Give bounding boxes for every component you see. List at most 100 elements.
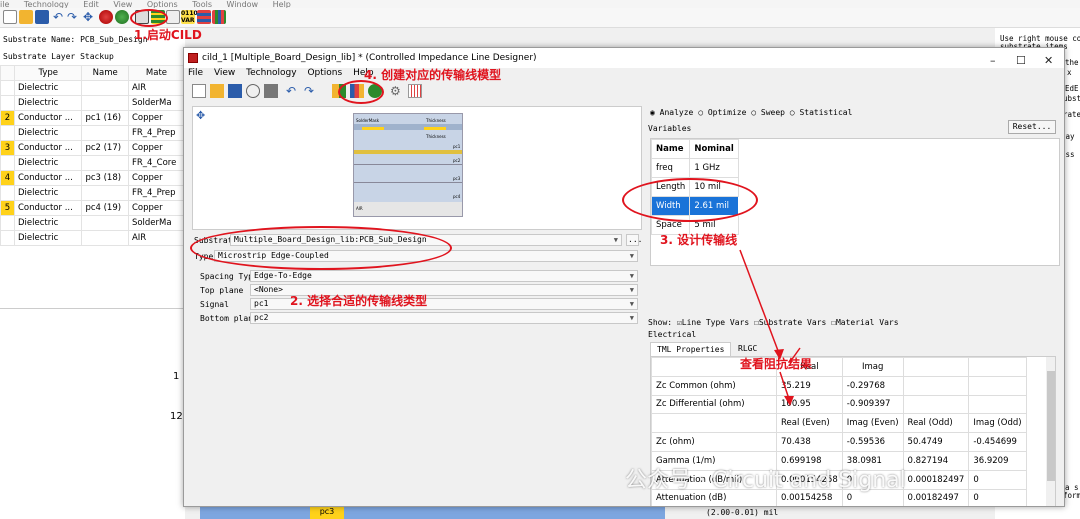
- stack-layer-material: SolderMa: [127, 95, 186, 111]
- chevron-down-icon: ▼: [629, 272, 634, 280]
- stack-layer-name: [81, 215, 129, 231]
- radio-sweep-icon[interactable]: ○: [751, 108, 756, 117]
- substrate-browse-button[interactable]: ...: [626, 234, 642, 246]
- stack-layer-type: Dielectric: [13, 155, 83, 171]
- radio-analyze-icon[interactable]: ◉: [650, 108, 655, 117]
- annotation-ellipse-4: [338, 80, 384, 104]
- bottom-plane-select[interactable]: pc2 ▼: [250, 312, 638, 324]
- lbl-pc4: pc4: [453, 194, 461, 199]
- chevron-down-icon: ▼: [613, 236, 618, 244]
- table-row[interactable]: Dielectric FR_4_Prep: [0, 185, 186, 201]
- stack-layer-material: Copper: [127, 200, 186, 216]
- zoom-icon[interactable]: [99, 10, 113, 24]
- stack-layer-material: AIR: [127, 230, 186, 246]
- radio-sweep-label[interactable]: Sweep: [761, 108, 785, 117]
- menu-technology[interactable]: Technology: [24, 0, 69, 8]
- dlg-menu-view[interactable]: View: [214, 68, 235, 78]
- stack-layer-num: [0, 125, 15, 141]
- radio-statistical-label[interactable]: Statistical: [799, 108, 852, 117]
- res-value: 0.827194: [902, 450, 970, 471]
- stack-layer-name: [81, 95, 129, 111]
- menu-options[interactable]: Options: [147, 0, 178, 8]
- stackup-label: Substrate Layer Stackup: [3, 52, 114, 61]
- annotation-ellipse-2: [190, 226, 452, 270]
- annotation-4: 4. 创建对应的传输线模型: [364, 68, 502, 82]
- res-value: 36.9209: [968, 450, 1027, 471]
- table-row[interactable]: Dielectric AIR: [0, 230, 186, 246]
- trace-2: [424, 127, 446, 130]
- res-value: 0.00182497: [902, 488, 970, 506]
- reset-button[interactable]: Reset...: [1008, 120, 1056, 134]
- menu-view[interactable]: View: [113, 0, 132, 8]
- palette-icon[interactable]: [197, 10, 211, 24]
- table-row[interactable]: 4 Conductor ... pc3 (18) Copper: [0, 170, 186, 186]
- dlg-menu-options[interactable]: Options: [307, 68, 342, 78]
- stack-layer-name: pc4 (19): [81, 200, 129, 216]
- dlg-open-icon[interactable]: [210, 84, 224, 98]
- menu-window[interactable]: Window: [227, 0, 259, 8]
- radio-analyze-label[interactable]: Analyze: [660, 108, 694, 117]
- move-icon[interactable]: ✥: [83, 10, 97, 24]
- radio-optimize-icon[interactable]: ○: [698, 108, 703, 117]
- lbl-pc3: pc3: [453, 176, 461, 181]
- dlg-redo-icon[interactable]: ↷: [304, 84, 318, 98]
- undo-icon[interactable]: ↶: [53, 10, 67, 24]
- var-icon[interactable]: 0110 VAR: [181, 10, 198, 24]
- dlg-search-icon[interactable]: [246, 84, 260, 98]
- menu-edit[interactable]: Edit: [83, 0, 99, 8]
- lbl-thickness-2: Thickness: [426, 134, 446, 139]
- variables-label: Variables: [648, 124, 692, 133]
- var-row-freq[interactable]: freq 1 GHz: [650, 158, 739, 178]
- help-line-11: form: [1063, 491, 1080, 500]
- cross-section-preview: ✥ SolderMask Thickness Thickness pc1 pc2…: [192, 106, 642, 230]
- dlg-print-icon[interactable]: [264, 84, 278, 98]
- layers-color-icon[interactable]: [212, 10, 226, 24]
- stackup-table: Type Name Mate Dielectric AIR Dielectric So…: [0, 65, 186, 246]
- col-num: [0, 65, 15, 81]
- dlg-waveform-icon[interactable]: [408, 84, 422, 98]
- table-row[interactable]: Dielectric SolderMa: [0, 215, 186, 231]
- table-row[interactable]: Dielectric FR_4_Core: [0, 155, 186, 171]
- dlg-settings-icon[interactable]: ⚙: [390, 84, 404, 98]
- menu-file[interactable]: ile: [0, 0, 9, 8]
- dlg-menu-file[interactable]: File: [188, 68, 203, 78]
- spacing-type-select[interactable]: Edge-To-Edge ▼: [250, 270, 638, 282]
- res-value: 0: [968, 488, 1027, 506]
- stack-layer-num: [0, 230, 15, 246]
- layout-canvas-strip: pc3: [200, 507, 665, 519]
- save-icon[interactable]: [35, 10, 49, 24]
- annotation-ellipse-3: [622, 178, 758, 222]
- stack-layer-material: FR_4_Prep: [127, 185, 186, 201]
- new-file-icon[interactable]: [3, 10, 17, 24]
- stack-layer-type: Dielectric: [13, 80, 83, 96]
- stack-layer-name: [81, 230, 129, 246]
- dlg-new-icon[interactable]: [192, 84, 206, 98]
- table-row[interactable]: Dielectric SolderMa: [0, 95, 186, 111]
- help-line-7: rate: [1063, 110, 1080, 119]
- dlg-save-icon[interactable]: [228, 84, 242, 98]
- open-folder-icon[interactable]: [19, 10, 33, 24]
- table-row[interactable]: Dielectric FR_4_Prep: [0, 125, 186, 141]
- var-value[interactable]: 1 GHz: [689, 158, 739, 178]
- stack-layer-num: [0, 185, 15, 201]
- table-row[interactable]: 2 Conductor ... pc1 (16) Copper: [0, 110, 186, 126]
- radio-optimize-label[interactable]: Optimize: [708, 108, 747, 117]
- refresh-icon[interactable]: [115, 10, 129, 24]
- chevron-down-icon: ▼: [629, 314, 634, 322]
- arrow-head-1: [774, 349, 784, 360]
- dlg-undo-icon[interactable]: ↶: [286, 84, 300, 98]
- table-row[interactable]: 5 Conductor ... pc4 (19) Copper: [0, 200, 186, 216]
- redo-icon[interactable]: ↷: [67, 10, 81, 24]
- table-row[interactable]: Dielectric AIR: [0, 80, 186, 96]
- help-line-6: ubstr: [1063, 94, 1080, 103]
- radio-statistical-icon[interactable]: ○: [790, 108, 795, 117]
- compare-icon[interactable]: [166, 10, 180, 24]
- table-row[interactable]: 3 Conductor ... pc2 (17) Copper: [0, 140, 186, 156]
- menu-help[interactable]: Help: [273, 0, 291, 8]
- stack-layer-material: Copper: [127, 110, 186, 126]
- annotation-arrows: [739, 249, 801, 406]
- dlg-menu-technology[interactable]: Technology: [246, 68, 296, 78]
- bottom-dim-label: (2.00-0.01) mil: [706, 508, 779, 517]
- menu-tools[interactable]: Tools: [192, 0, 212, 8]
- move-handle-icon[interactable]: ✥: [196, 109, 205, 122]
